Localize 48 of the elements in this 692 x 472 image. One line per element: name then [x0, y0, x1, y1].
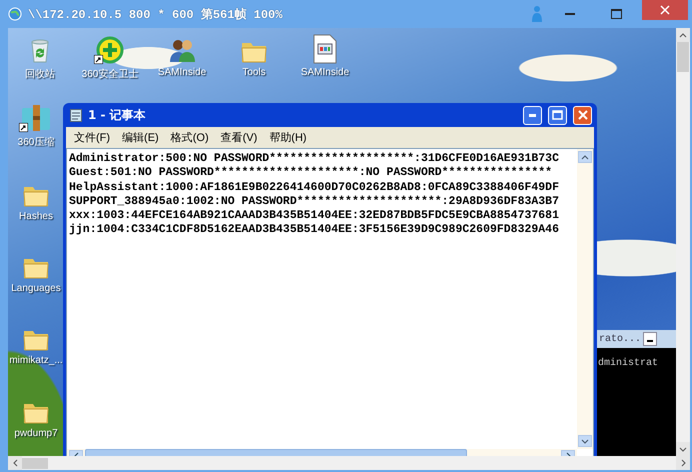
globe-icon	[8, 7, 22, 21]
text-line: Guest:501:NO PASSWORD*********************:NO PASSWORD****************	[69, 166, 554, 181]
desktop-icon-label[interactable]: Hashes	[19, 211, 53, 222]
console-title: rato...	[599, 334, 642, 344]
scroll-down-button[interactable]	[578, 435, 592, 447]
window-title: \\172.20.10.5 800 * 600 第561帧 100%	[28, 6, 284, 22]
close-icon	[578, 110, 588, 120]
minimize-button[interactable]	[643, 332, 658, 346]
close-icon	[660, 5, 670, 15]
desktop-icon-label[interactable]: 360安全卫士	[82, 67, 138, 81]
desktop-icon-label[interactable]: SAMInside	[158, 67, 206, 78]
figure-icon	[530, 5, 544, 23]
menu-item[interactable]: 查看(V)	[216, 130, 262, 145]
desktop-icon-label[interactable]: pwdump7	[14, 428, 58, 439]
maximize-button[interactable]	[548, 106, 567, 124]
menu-item[interactable]: 文件(F)	[70, 130, 114, 145]
text-line: Administrator:500:NO PASSWORD*********************:31D6CFE0D16AE931B73C	[69, 152, 560, 166]
chevron-up-icon	[679, 32, 687, 38]
menu-item[interactable]: 格式(O)	[166, 130, 213, 145]
chevron-up-icon	[581, 154, 589, 160]
close-button[interactable]	[573, 106, 592, 124]
scroll-down-button[interactable]	[676, 442, 690, 456]
menu-item[interactable]: 编辑(E)	[118, 130, 163, 145]
close-button[interactable]	[642, 0, 688, 20]
desktop-icon-label[interactable]: 回收站	[25, 67, 55, 81]
minimize-icon	[529, 114, 536, 116]
minimize-icon	[565, 13, 575, 15]
desktop-icon-label[interactable]: Tools	[242, 67, 266, 78]
scroll-right-button[interactable]	[676, 456, 690, 470]
maximize-icon	[610, 9, 622, 19]
scroll-left-button[interactable]	[8, 456, 22, 470]
text-line: HelpAssistant:1000:AF1861E9B0226414600D70C0262B8AD8:0FCA89C3388406F49DF	[69, 180, 560, 195]
console-text: dministrat	[598, 358, 658, 369]
text-line: xxx:1003:44EFCE164AB921CAAAD3B435B51404EE:32ED87BDB5FDC5E9CBA8854737681	[69, 209, 560, 224]
notepad-title: 1 - 记事本	[88, 106, 147, 124]
desktop-icon-label[interactable]: Languages	[11, 283, 61, 294]
scroll-up-button[interactable]	[578, 151, 592, 163]
desktop-icon-label[interactable]: 360压缩	[18, 135, 54, 149]
desktop-icon-label[interactable]: SAMInside	[300, 67, 350, 78]
maximize-icon	[552, 110, 563, 120]
notepad-icon	[70, 108, 82, 122]
text-line: jjn:1004:C334C1CDF8D5162EAAD3B435B51404EE:3F5156E39D9C989C2609FD8329A46	[69, 223, 560, 238]
minimize-icon	[647, 340, 654, 342]
scroll-up-button[interactable]	[676, 28, 690, 42]
chevron-down-icon	[581, 438, 589, 444]
text-line: SUPPORT_388945a0:1002:NO PASSWORD*********************:29A8D936DF83A3B7	[69, 194, 560, 210]
chevron-down-icon	[679, 446, 687, 452]
menu-item[interactable]: 帮助(H)	[265, 130, 311, 145]
